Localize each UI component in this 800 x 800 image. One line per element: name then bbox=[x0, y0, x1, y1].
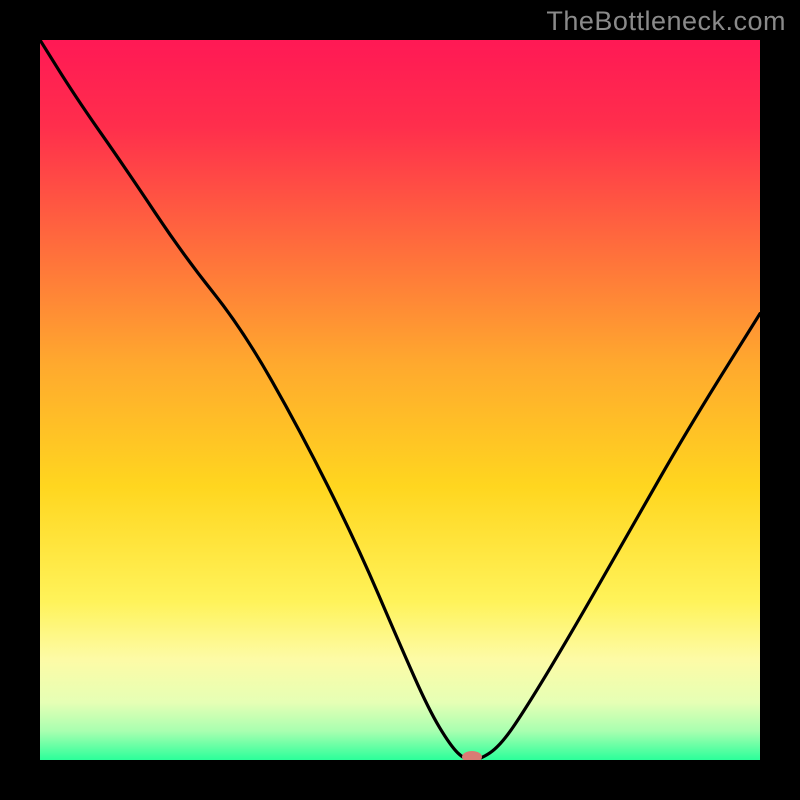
watermark-text: TheBottleneck.com bbox=[546, 6, 786, 37]
bottleneck-chart bbox=[40, 40, 760, 760]
gradient-background bbox=[40, 40, 760, 760]
plot-area bbox=[40, 40, 760, 760]
chart-frame: TheBottleneck.com bbox=[0, 0, 800, 800]
